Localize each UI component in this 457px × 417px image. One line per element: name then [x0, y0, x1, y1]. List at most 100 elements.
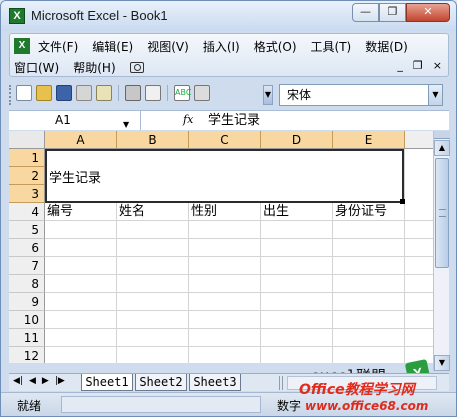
name-box-value: A1: [55, 113, 71, 127]
cell-b4[interactable]: 姓名: [119, 203, 145, 221]
toolbar-separator: [118, 85, 119, 101]
row-header-7[interactable]: 7: [9, 257, 45, 275]
close-button[interactable]: ✕: [406, 3, 450, 22]
merged-title-cell[interactable]: 学生记录: [45, 149, 404, 203]
gridline: [45, 238, 433, 239]
row-header-4[interactable]: 4: [9, 203, 45, 221]
menu-row-2: 窗口(W) 帮助(H): [14, 58, 144, 76]
new-file-icon[interactable]: [16, 85, 32, 101]
tab-sheet2[interactable]: Sheet2: [135, 374, 187, 391]
doc-restore-icon[interactable]: ❐: [413, 59, 423, 72]
cell-d4[interactable]: 出生: [263, 203, 289, 221]
watermark-brand: Office教程学习网: [299, 382, 415, 398]
gridline: [45, 274, 433, 275]
row-header-12[interactable]: 12: [9, 347, 45, 363]
watermark-url: www.office68.com: [305, 399, 429, 413]
minimize-button[interactable]: —: [352, 3, 379, 22]
menu-file[interactable]: 文件(F): [38, 38, 78, 55]
column-header-e[interactable]: E: [333, 131, 405, 149]
formula-input[interactable]: 学生记录: [208, 111, 260, 130]
cell-e4[interactable]: 身份证号: [335, 203, 387, 221]
font-name-select[interactable]: 宋体 ▼: [279, 84, 443, 106]
tab-sheet1[interactable]: Sheet1: [81, 374, 133, 391]
column-header-b[interactable]: B: [117, 131, 189, 149]
row-header-5[interactable]: 5: [9, 221, 45, 239]
toolbar-grip[interactable]: [9, 85, 13, 105]
status-mode: 数字: [277, 399, 302, 413]
prev-sheet-icon[interactable]: ◀: [29, 376, 36, 386]
menu-help[interactable]: 帮助(H): [73, 59, 115, 76]
print-icon[interactable]: [125, 85, 141, 101]
merged-title-text: 学生记录: [49, 171, 102, 186]
menu-row-1: X 文件(F) 编辑(E) 视图(V) 插入(I) 格式(O) 工具(T) 数据…: [14, 37, 420, 55]
menu-bar: X 文件(F) 编辑(E) 视图(V) 插入(I) 格式(O) 工具(T) 数据…: [9, 33, 449, 77]
menu-view[interactable]: 视图(V): [147, 38, 189, 55]
gridline: [45, 292, 433, 293]
standard-toolbar: ABC ▼ 宋体 ▼: [9, 83, 449, 107]
menu-data[interactable]: 数据(D): [365, 38, 408, 55]
menu-window[interactable]: 窗口(W): [14, 59, 59, 76]
excel-window: X Microsoft Excel - Book1 — ❐ ✕ X 文件(F) …: [0, 0, 457, 417]
print-preview-icon[interactable]: [145, 85, 161, 101]
scroll-down-arrow-icon[interactable]: ▼: [434, 355, 450, 371]
menu-insert[interactable]: 插入(I): [203, 38, 240, 55]
select-all-corner[interactable]: [9, 131, 45, 149]
column-header-d[interactable]: D: [261, 131, 333, 149]
chevron-down-icon[interactable]: ▼: [428, 85, 442, 105]
menu-tools[interactable]: 工具(T): [311, 38, 352, 55]
row-header-9[interactable]: 9: [9, 293, 45, 311]
email-icon[interactable]: [96, 85, 112, 101]
vertical-scrollbar[interactable]: ▲ ▼: [433, 131, 450, 371]
spelling-check-icon[interactable]: ABC: [174, 85, 191, 101]
first-sheet-icon[interactable]: ◀|: [13, 376, 23, 386]
save-icon[interactable]: [56, 85, 72, 101]
title-bar: X Microsoft Excel - Book1 — ❐ ✕: [1, 1, 456, 31]
window-controls: — ❐ ✕: [352, 3, 450, 22]
gridline: [45, 328, 433, 329]
row-header-11[interactable]: 11: [9, 329, 45, 347]
next-sheet-icon[interactable]: ▶: [42, 376, 49, 386]
name-box[interactable]: A1 ▼: [9, 111, 141, 130]
gridline: [45, 310, 433, 311]
grip-icon: [439, 209, 446, 217]
tab-split-handle[interactable]: [279, 376, 283, 390]
workbook-icon[interactable]: X: [14, 38, 30, 54]
cell-a4[interactable]: 编号: [47, 203, 73, 221]
split-box[interactable]: [434, 131, 450, 139]
toolbar-options-chevron-icon[interactable]: ▼: [263, 85, 273, 105]
menu-format[interactable]: 格式(O): [254, 38, 297, 55]
column-header-a[interactable]: A: [45, 131, 117, 149]
column-header-c[interactable]: C: [189, 131, 261, 149]
fill-handle[interactable]: [400, 199, 405, 204]
doc-close-button[interactable]: ×: [433, 59, 442, 72]
row-header-1[interactable]: 1: [9, 149, 45, 167]
column-header-f[interactable]: [405, 131, 433, 149]
tab-sheet3[interactable]: Sheet3: [189, 374, 241, 391]
worksheet-grid[interactable]: A B C D E 1 2 3 4 5 6 7 8 9 10 11 12 学生记…: [9, 131, 433, 363]
scroll-thumb[interactable]: [435, 158, 449, 268]
permission-icon[interactable]: [76, 85, 92, 101]
row-header-3[interactable]: 3: [9, 185, 45, 203]
row-header-6[interactable]: 6: [9, 239, 45, 257]
gridline: [45, 256, 433, 257]
formula-bar: A1 ▼ fx 学生记录: [9, 110, 449, 130]
toolbar-separator: [167, 85, 168, 101]
cell-c4[interactable]: 性别: [191, 203, 217, 221]
row-header-2[interactable]: 2: [9, 167, 45, 185]
open-folder-icon[interactable]: [36, 85, 52, 101]
gridline: [404, 149, 405, 363]
menu-edit[interactable]: 编辑(E): [92, 38, 133, 55]
insert-function-icon[interactable]: fx: [183, 113, 193, 126]
doc-minimize-button[interactable]: _: [397, 59, 403, 72]
restore-button[interactable]: ❐: [379, 3, 406, 22]
camera-icon[interactable]: [129, 61, 144, 73]
gridline: [45, 346, 433, 347]
row-header-10[interactable]: 10: [9, 311, 45, 329]
scroll-up-arrow-icon[interactable]: ▲: [434, 140, 450, 156]
research-icon[interactable]: [194, 85, 210, 101]
last-sheet-icon[interactable]: |▶: [55, 376, 65, 386]
excel-app-icon[interactable]: X: [9, 8, 25, 24]
toolbar-icons: ABC: [16, 85, 210, 101]
row-header-8[interactable]: 8: [9, 275, 45, 293]
font-name-value: 宋体: [287, 88, 312, 102]
